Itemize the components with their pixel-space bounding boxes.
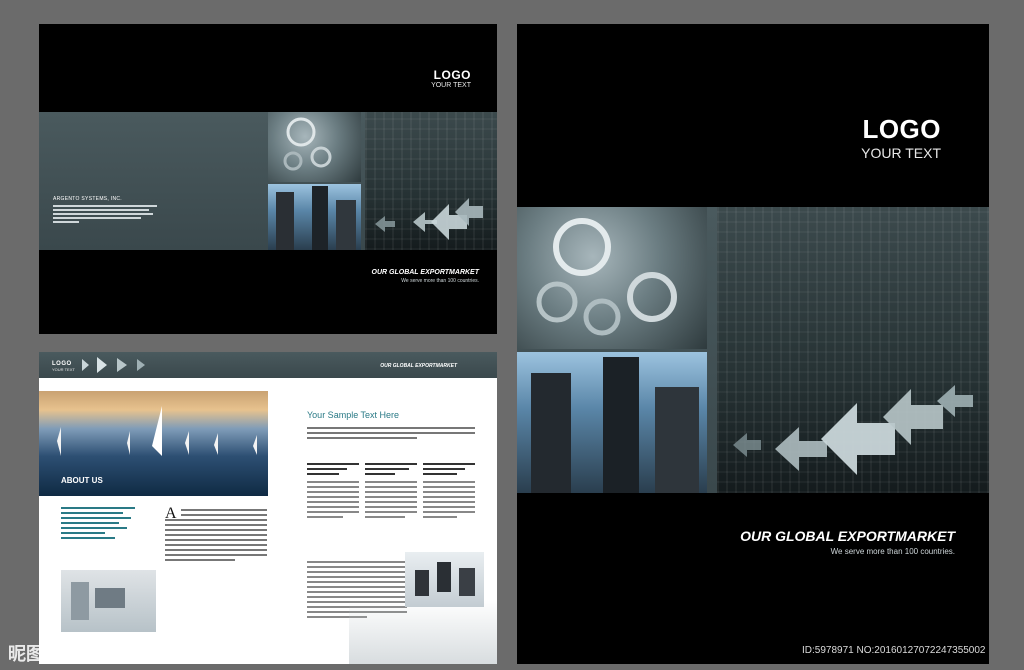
company-lines (53, 205, 165, 223)
cover-small-footer: OUR GLOBAL EXPORTMARKET We serve more th… (372, 269, 479, 284)
spread-logo: LOGO YOUR TEXT (52, 361, 75, 372)
logo-text: LOGO (433, 68, 471, 82)
large-logo-tagline: YOUR TEXT (861, 145, 941, 161)
sample-intro (307, 424, 475, 442)
large-footer-subheading: We serve more than 100 countries. (830, 547, 955, 556)
drop-cap: A (165, 505, 177, 522)
footer-subheading: We serve more than 100 countries. (401, 278, 479, 284)
footer-heading: OUR GLOBAL EXPORTMARKET (371, 269, 479, 276)
large-gears-photo (517, 207, 707, 349)
large-footer-heading: OUR GLOBAL EXPORTMARKET (740, 528, 955, 544)
skyscraper-photo (268, 184, 361, 250)
spread-header-right: OUR GLOBAL EXPORTMARKET (380, 363, 457, 369)
watermark-site: 昵图网 www.nipic.com (8, 644, 198, 664)
watermark-id: ID:5978971 NO:20160127072247355002 (802, 645, 986, 656)
cover-large: LOGO YOUR TEXT OUR GLOBAL EXPORTMARKET W… (517, 24, 989, 664)
inner-spread: LOGO YOUR TEXT OUR GLOBAL EXPORTMARKET A… (39, 352, 497, 664)
cover-large-band (517, 207, 989, 493)
sample-title: Your Sample Text Here (307, 410, 400, 420)
office-photo-left (61, 570, 156, 632)
left-column-text (61, 504, 143, 542)
company-name: ARGENTO SYSTEMS, INC. (53, 196, 122, 202)
cover-small: LOGO YOUR TEXT ARGENTO SYSTEMS, INC. OUR… (39, 24, 497, 334)
large-city-graphic (717, 207, 989, 493)
large-logo-text: LOGO (862, 114, 941, 144)
meeting-photo (405, 552, 484, 607)
company-block: ARGENTO SYSTEMS, INC. (53, 196, 165, 225)
drop-cap-block: A (165, 506, 267, 564)
cover-small-logo: LOGO YOUR TEXT (431, 68, 471, 89)
col-3 (423, 460, 475, 521)
cover-large-logo: LOGO YOUR TEXT (861, 114, 941, 161)
spread-logo-tagline: YOUR TEXT (52, 367, 75, 372)
col-1 (307, 460, 359, 521)
about-title: ABOUT US (61, 476, 103, 485)
gears-photo (268, 112, 361, 182)
city-graphic (365, 112, 497, 250)
col-2 (365, 460, 417, 521)
large-skyscraper-photo (517, 352, 707, 493)
sailing-photo: ABOUT US (39, 391, 268, 496)
spread-header: LOGO YOUR TEXT OUR GLOBAL EXPORTMARKET (39, 352, 497, 378)
cover-small-band: ARGENTO SYSTEMS, INC. (39, 112, 497, 250)
logo-tagline: YOUR TEXT (431, 82, 471, 89)
cover-large-footer: OUR GLOBAL EXPORTMARKET We serve more th… (740, 528, 955, 556)
arrows-icon (82, 357, 145, 373)
spread-city-fade (349, 600, 497, 664)
